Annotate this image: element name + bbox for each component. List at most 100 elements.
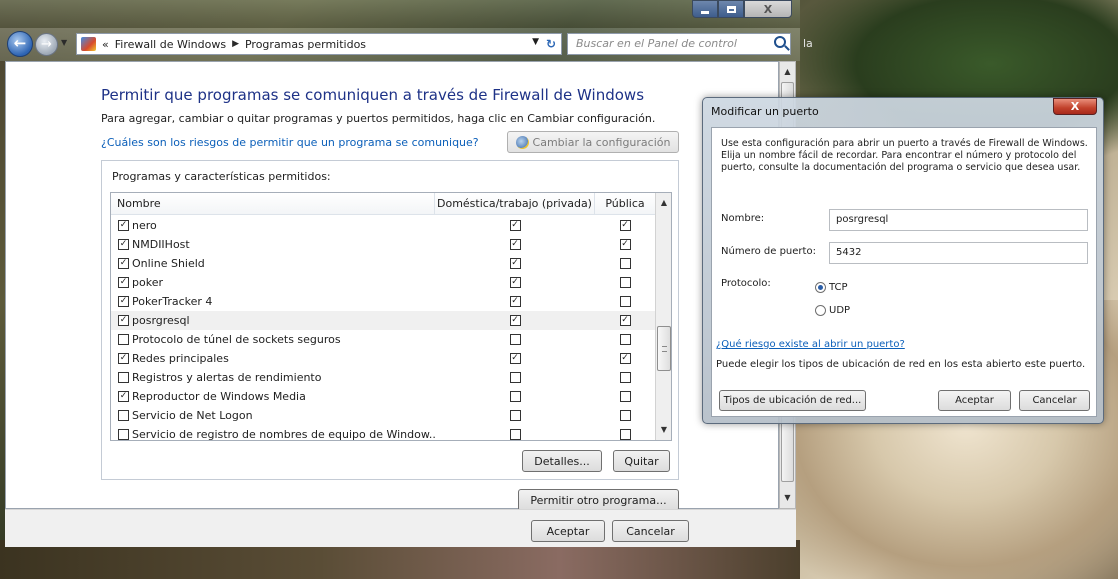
back-button[interactable]: ← [7, 31, 33, 57]
private-network-checkbox[interactable] [509, 372, 521, 383]
search-icon[interactable] [774, 36, 786, 48]
scroll-down-icon[interactable]: ▼ [780, 490, 795, 506]
list-scrollbar[interactable]: ▲ ▼ [655, 193, 671, 440]
table-row[interactable]: Servicio de registro de nombres de equip… [111, 425, 655, 440]
recent-pages-dropdown-icon[interactable]: ▼ [61, 38, 67, 47]
breadcrumb-separator-icon[interactable]: ▶ [232, 39, 239, 49]
refresh-button[interactable]: ↻ [539, 33, 563, 55]
address-bar[interactable]: « Firewall de Windows ▶ Programas permit… [76, 33, 562, 55]
private-network-checkbox[interactable]: ✓ [509, 258, 521, 269]
private-network-checkbox[interactable] [509, 429, 521, 440]
udp-radio[interactable] [815, 305, 826, 316]
table-row[interactable]: ✓ Reproductor de Windows Media [111, 387, 655, 406]
program-name-cell[interactable]: ✓ nero [111, 216, 435, 235]
private-network-checkbox[interactable]: ✓ [509, 277, 521, 288]
address-dropdown-icon[interactable]: ▼ [532, 37, 539, 47]
table-row[interactable]: ✓ Online Shield ✓ [111, 254, 655, 273]
public-network-checkbox[interactable] [619, 334, 631, 345]
public-network-checkbox[interactable] [619, 410, 631, 421]
table-row[interactable]: Protocolo de túnel de sockets seguros [111, 330, 655, 349]
private-network-checkbox[interactable]: ✓ [509, 353, 521, 364]
table-row[interactable]: ✓ poker ✓ [111, 273, 655, 292]
scroll-up-icon[interactable]: ▲ [780, 64, 795, 80]
table-row[interactable]: ✓ posrgresql ✓ ✓ [111, 311, 655, 330]
program-enabled-checkbox[interactable]: ✓ [118, 258, 129, 269]
allowed-programs-list[interactable]: Nombre Doméstica/trabajo (privada) Públi… [110, 192, 672, 441]
table-row[interactable]: ✓ nero ✓ ✓ [111, 216, 655, 235]
public-network-checkbox[interactable]: ✓ [619, 353, 631, 364]
public-network-checkbox[interactable]: ✓ [619, 315, 631, 326]
breadcrumb-overflow[interactable]: « [102, 38, 109, 51]
public-network-checkbox[interactable]: ✓ [619, 220, 631, 231]
change-settings-button[interactable]: Cambiar la configuración [507, 131, 679, 153]
table-row[interactable]: ✓ NMDIIHost ✓ ✓ [111, 235, 655, 254]
dialog-cancel-button[interactable]: Cancelar [1019, 390, 1090, 411]
program-enabled-checkbox[interactable]: ✓ [118, 239, 129, 250]
port-risk-link[interactable]: ¿Qué riesgo existe al abrir un puerto? [716, 339, 905, 350]
private-network-checkbox[interactable]: ✓ [509, 315, 521, 326]
private-network-checkbox[interactable] [509, 410, 521, 421]
program-name-cell[interactable]: ✓ PokerTracker 4 [111, 292, 435, 311]
private-network-checkbox[interactable] [509, 391, 521, 402]
public-network-checkbox[interactable] [619, 429, 631, 440]
remove-button[interactable]: Quitar [613, 450, 670, 472]
program-enabled-checkbox[interactable]: ✓ [118, 353, 129, 364]
program-name-cell[interactable]: Registros y alertas de rendimiento [111, 368, 435, 387]
allow-another-program-button[interactable]: Permitir otro programa... [518, 489, 679, 511]
column-header-public[interactable]: Pública [595, 193, 655, 215]
minimize-button[interactable] [692, 0, 718, 18]
program-enabled-checkbox[interactable] [118, 372, 129, 383]
public-network-checkbox[interactable] [619, 277, 631, 288]
dialog-ok-button[interactable]: Aceptar [938, 390, 1011, 411]
table-row[interactable]: ✓ Redes principales ✓ ✓ [111, 349, 655, 368]
search-input[interactable]: Buscar en el Panel de control [567, 33, 791, 55]
protocol-udp-option[interactable]: UDP [815, 305, 850, 316]
program-enabled-checkbox[interactable]: ✓ [118, 277, 129, 288]
dialog-close-button[interactable]: X [1053, 98, 1097, 115]
program-name-cell[interactable]: Servicio de registro de nombres de equip… [111, 425, 435, 440]
risks-link[interactable]: ¿Cuáles son los riesgos de permitir que … [101, 136, 479, 149]
cancel-button[interactable]: Cancelar [612, 520, 689, 542]
private-network-checkbox[interactable]: ✓ [509, 239, 521, 250]
list-scroll-up-icon[interactable]: ▲ [656, 195, 671, 211]
program-enabled-checkbox[interactable] [118, 410, 129, 421]
public-network-checkbox[interactable] [619, 391, 631, 402]
program-name-cell[interactable]: ✓ NMDIIHost [111, 235, 435, 254]
name-field[interactable]: posrgresql [829, 209, 1088, 231]
program-name-cell[interactable]: ✓ Redes principales [111, 349, 435, 368]
breadcrumb-allowed-programs[interactable]: Programas permitidos [245, 38, 366, 51]
tcp-radio[interactable] [815, 282, 826, 293]
ok-button[interactable]: Aceptar [531, 520, 605, 542]
public-network-checkbox[interactable] [619, 296, 631, 307]
program-name-cell[interactable]: ✓ Reproductor de Windows Media [111, 387, 435, 406]
maximize-button[interactable] [718, 0, 744, 18]
table-row[interactable]: Servicio de Net Logon [111, 406, 655, 425]
public-network-checkbox[interactable] [619, 258, 631, 269]
breadcrumb-firewall[interactable]: Firewall de Windows [115, 38, 226, 51]
port-number-field[interactable]: 5432 [829, 242, 1088, 264]
program-name-cell[interactable]: ✓ poker [111, 273, 435, 292]
table-row[interactable]: Registros y alertas de rendimiento [111, 368, 655, 387]
list-scroll-down-icon[interactable]: ▼ [656, 422, 671, 438]
program-enabled-checkbox[interactable]: ✓ [118, 391, 129, 402]
list-scroll-thumb[interactable] [657, 326, 671, 371]
network-location-types-button[interactable]: Tipos de ubicación de red... [719, 390, 866, 411]
program-name-cell[interactable]: Servicio de Net Logon [111, 406, 435, 425]
program-name-cell[interactable]: ✓ posrgresql [111, 311, 435, 330]
protocol-tcp-option[interactable]: TCP [815, 282, 848, 293]
program-enabled-checkbox[interactable] [118, 429, 129, 440]
public-network-checkbox[interactable]: ✓ [619, 239, 631, 250]
public-network-checkbox[interactable] [619, 372, 631, 383]
program-enabled-checkbox[interactable]: ✓ [118, 220, 129, 231]
column-header-name[interactable]: Nombre [111, 193, 435, 215]
program-name-cell[interactable]: Protocolo de túnel de sockets seguros [111, 330, 435, 349]
private-network-checkbox[interactable]: ✓ [509, 220, 521, 231]
close-button[interactable]: X [744, 0, 792, 18]
private-network-checkbox[interactable] [509, 334, 521, 345]
private-network-checkbox[interactable]: ✓ [509, 296, 521, 307]
forward-button[interactable]: → [35, 33, 58, 56]
program-enabled-checkbox[interactable]: ✓ [118, 315, 129, 326]
column-header-private[interactable]: Doméstica/trabajo (privada) [435, 193, 595, 215]
table-row[interactable]: ✓ PokerTracker 4 ✓ [111, 292, 655, 311]
details-button[interactable]: Detalles... [522, 450, 602, 472]
